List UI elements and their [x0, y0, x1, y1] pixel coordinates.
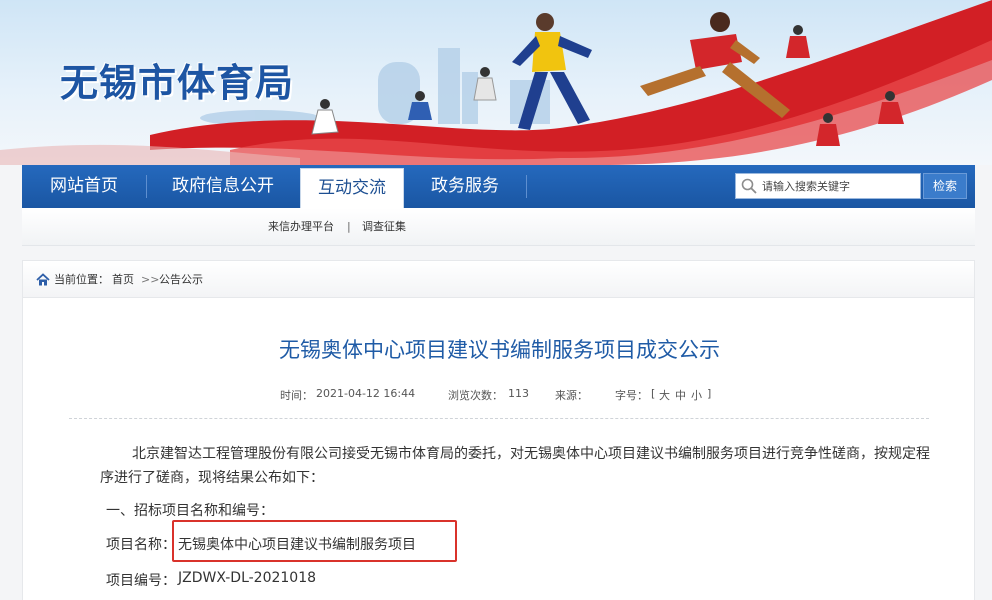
subnav-item-letters[interactable]: 来信办理平台	[268, 208, 334, 246]
nav-item-interaction[interactable]: 互动交流	[300, 168, 404, 208]
search-button[interactable]: 检索	[923, 173, 967, 199]
meta-views: 113	[508, 387, 529, 400]
article-card: 无锡奥体中心项目建议书编制服务项目成交公示 时间： 2021-04-12 16:…	[22, 298, 975, 600]
fontsize-bracket-open: [	[651, 387, 656, 400]
site-title: 无锡市体育局	[60, 61, 295, 105]
meta-time-label: 时间：	[280, 389, 313, 402]
breadcrumb-current[interactable]: 公告公示	[159, 261, 203, 299]
meta-time: 2021-04-12 16:44	[316, 387, 416, 400]
project-number-value: JZDWX-DL-2021018	[178, 570, 317, 586]
home-icon	[36, 273, 50, 286]
highlight-box	[172, 520, 457, 562]
breadcrumb-separator: >>	[141, 273, 160, 286]
article-intro-paragraph: 北京建智达工程管理股份有限公司接受无锡市体育局的委托，对无锡奥体中心项目建议书编…	[100, 446, 930, 486]
project-number-label: 项目编号：	[106, 573, 176, 589]
meta-views-label: 浏览次数：	[448, 389, 503, 402]
breadcrumb-home-link[interactable]: 首页	[112, 261, 134, 299]
article-title: 无锡奥体中心项目建议书编制服务项目成交公示	[279, 338, 720, 362]
search-input[interactable]	[762, 174, 918, 198]
fontsize-bracket-close: ]	[707, 387, 712, 400]
subnav-item-survey[interactable]: 调查征集	[362, 208, 406, 246]
search-box	[735, 173, 921, 199]
title-divider	[69, 418, 929, 419]
font-size-large-link[interactable]: 大	[659, 387, 670, 403]
font-size-medium-link[interactable]: 中	[675, 387, 686, 403]
breadcrumb: 当前位置： 首页 >> 公告公示	[22, 260, 975, 298]
nav-divider	[526, 175, 527, 198]
search-icon	[741, 178, 757, 194]
font-size-small-link[interactable]: 小	[691, 387, 702, 403]
main-nav: 网站首页 政府信息公开 互动交流 政务服务 检索	[22, 165, 975, 208]
meta-fontsize-label: 字号：	[615, 389, 648, 402]
project-name-label: 项目名称：	[106, 537, 176, 553]
nav-item-home[interactable]: 网站首页	[22, 165, 146, 208]
meta-source-label: 来源：	[555, 389, 588, 402]
breadcrumb-label: 当前位置：	[54, 273, 109, 286]
section-heading: 一、招标项目名称和编号：	[106, 503, 274, 519]
subnav-divider: |	[347, 220, 351, 233]
site-banner: 无锡市体育局	[0, 0, 992, 165]
nav-item-services[interactable]: 政务服务	[406, 165, 524, 208]
nav-item-gov-info[interactable]: 政府信息公开	[147, 165, 299, 208]
sub-nav: 来信办理平台 | 调查征集	[22, 208, 975, 246]
